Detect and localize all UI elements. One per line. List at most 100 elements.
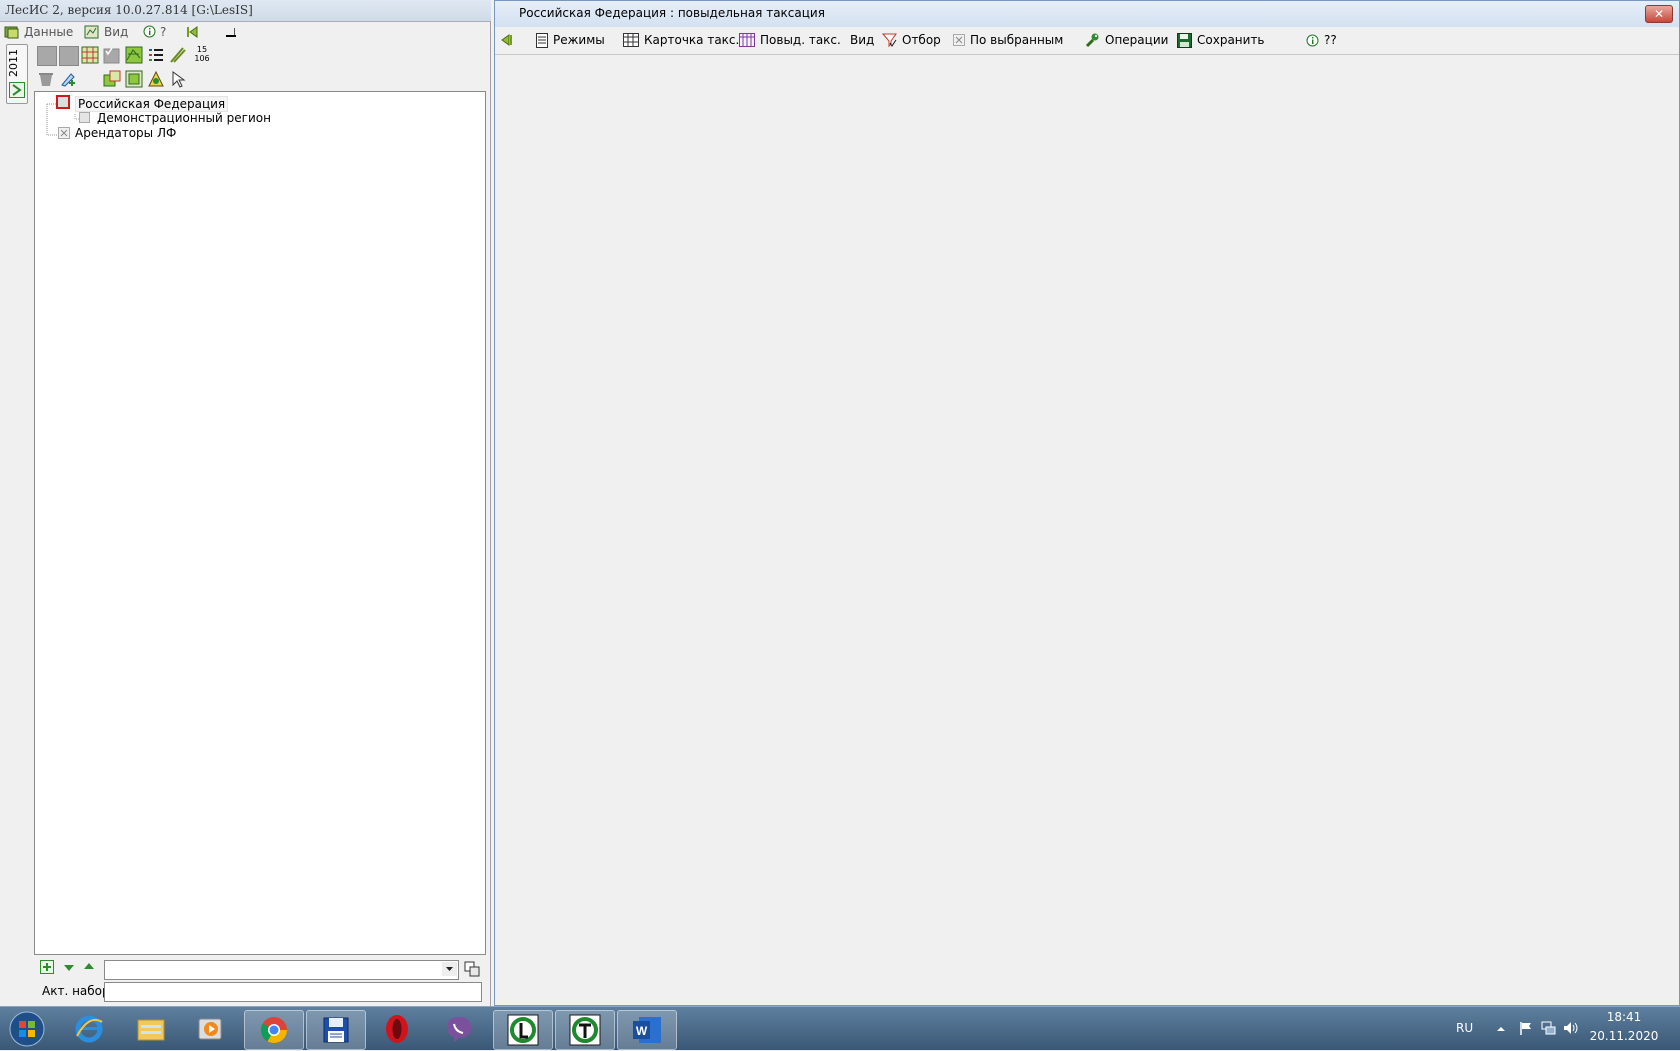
back-button[interactable]	[500, 31, 514, 49]
volume-icon[interactable]	[1562, 1020, 1580, 1036]
windows-start-icon	[9, 1011, 45, 1047]
card-icon	[623, 33, 639, 47]
operations-button[interactable]: Операции	[1084, 31, 1168, 49]
network-icon[interactable]	[1540, 1020, 1556, 1036]
region-node-icon[interactable]	[79, 112, 90, 123]
taskbar-viber[interactable]	[430, 1010, 488, 1048]
taskbar-explorer[interactable]	[122, 1010, 180, 1048]
wrench-icon	[1085, 33, 1099, 48]
operations-label: Операции	[1105, 33, 1169, 47]
action-center-flag-icon[interactable]	[1518, 1020, 1534, 1036]
set-controls: Акт. набор	[34, 957, 486, 1003]
taskbar-save-app[interactable]	[306, 1010, 366, 1050]
close-square-icon	[953, 34, 965, 46]
card-button[interactable]: Карточка такс.	[623, 31, 739, 49]
tree-node-tenants[interactable]: Арендаторы ЛФ	[75, 126, 176, 140]
expand-panel-icon[interactable]	[9, 82, 25, 98]
tenants-node-icon[interactable]	[58, 127, 70, 139]
counter-bottom: 106	[194, 54, 210, 63]
by-selected-label: По выбранным	[970, 33, 1064, 47]
draw-line-icon[interactable]	[169, 46, 187, 64]
view-button[interactable]: Вид	[850, 31, 874, 49]
by-selected-button[interactable]: По выбранным	[953, 31, 1063, 49]
close-button[interactable]: ✕	[1645, 5, 1673, 23]
help-label: ??	[1324, 33, 1337, 47]
taskbar-opera[interactable]	[368, 1010, 426, 1048]
active-set-field[interactable]	[104, 982, 482, 1002]
word-icon: W	[633, 1017, 661, 1043]
menu-view[interactable]: Вид	[84, 23, 128, 40]
save-button[interactable]: Сохранить	[1177, 31, 1265, 49]
delete-disabled-icon	[39, 73, 53, 86]
card-label: Карточка такс.	[644, 33, 740, 47]
first-record-button[interactable]	[185, 23, 199, 40]
info-icon	[143, 25, 156, 38]
viber-icon	[447, 1017, 471, 1042]
checkbox-icon[interactable]	[103, 46, 121, 64]
set-select[interactable]	[104, 960, 459, 980]
territory-tree: Российская Федерация Демонстрационный ре…	[34, 91, 486, 955]
pointer-tool-icon[interactable]	[169, 70, 187, 88]
tree-toolbar-bottom	[34, 68, 234, 90]
active-set-label: Акт. набор	[42, 984, 110, 998]
counter-button[interactable]: 15 106	[191, 45, 213, 63]
add-edit-icon[interactable]	[59, 70, 77, 88]
minimize-panel-button[interactable]	[224, 23, 238, 40]
taskbar-lesis-2[interactable]	[555, 1010, 615, 1050]
tree-toolbar-top: 15 106	[34, 44, 234, 66]
filter-button[interactable]: Отбор	[881, 31, 941, 49]
move-down-icon[interactable]	[62, 962, 76, 974]
grid-map-icon[interactable]	[81, 46, 99, 64]
word-letter: W	[636, 1024, 648, 1038]
filter-label: Отбор	[902, 33, 941, 47]
taskbar-chrome[interactable]	[244, 1010, 304, 1050]
help-button[interactable]: ??	[1306, 31, 1337, 49]
minimize-icon	[226, 27, 236, 37]
main-window-title: ЛесИС 2, версия 10.0.27.814 [G:\LesIS]	[0, 0, 491, 22]
clock-date[interactable]: 20.11.2020	[1588, 1029, 1660, 1043]
taskbar-lesis-1[interactable]	[493, 1010, 553, 1050]
taxation-window: Российская Федерация : повыдельная такса…	[494, 0, 1680, 1006]
plot-taxation-button[interactable]: Повыд. такс.	[739, 31, 841, 49]
map-layer-icon[interactable]	[125, 46, 143, 64]
skip-first-icon	[187, 25, 198, 38]
move-up-icon[interactable]	[82, 960, 96, 972]
chrome-icon	[260, 1017, 288, 1044]
taskbar-word[interactable]: W	[617, 1010, 677, 1050]
tree-node-demo-region[interactable]: Демонстрационный регион	[97, 111, 271, 125]
shape-tool-icon[interactable]	[147, 70, 165, 88]
menu-help[interactable]: ?	[143, 23, 166, 40]
folder-icon	[137, 1019, 165, 1041]
plot-taxation-label: Повыд. такс.	[760, 33, 841, 47]
main-menu-bar: Данные Вид ?	[0, 22, 491, 41]
lesis-tools-icon	[569, 1014, 601, 1046]
taskbar: W RU 18:41 20.11.2020	[0, 1006, 1680, 1050]
root-node-icon[interactable]	[56, 95, 70, 109]
map-compare-icon[interactable]	[103, 70, 121, 88]
taskbar-ie[interactable]	[60, 1010, 118, 1048]
map-frame-icon[interactable]	[125, 70, 143, 88]
system-tray: RU 18:41 20.11.2020	[1450, 1007, 1680, 1051]
lesis-app-icon	[507, 1014, 539, 1046]
back-icon	[501, 34, 512, 46]
modes-label: Режимы	[553, 33, 605, 47]
copy-set-icon[interactable]	[464, 961, 480, 977]
clock-time[interactable]: 18:41	[1594, 1010, 1654, 1024]
add-set-icon[interactable]	[40, 960, 54, 974]
data-menu-icon	[4, 26, 19, 38]
menu-data[interactable]: Данные	[4, 23, 73, 40]
start-button[interactable]	[2, 1010, 52, 1048]
taxation-toolbar: Режимы Карточка такс. Повыд. такс. Вид О…	[495, 27, 1679, 55]
opera-icon	[386, 1015, 408, 1043]
show-hidden-icons-icon[interactable]	[1496, 1024, 1506, 1034]
tree-node-root-label: Российская Федерация	[78, 97, 226, 111]
tree-node-russian-federation[interactable]: Российская Федерация	[75, 96, 229, 112]
language-indicator[interactable]: RU	[1456, 1021, 1473, 1035]
chevron-down-icon[interactable]	[442, 962, 457, 976]
taskbar-media-player[interactable]	[182, 1010, 240, 1048]
document-icon	[536, 32, 548, 48]
list-icon[interactable]	[147, 46, 165, 64]
modes-button[interactable]: Режимы	[536, 31, 605, 49]
taxation-window-title: Российская Федерация : повыдельная такса…	[495, 1, 1679, 27]
menu-data-label: Данные	[24, 24, 74, 39]
